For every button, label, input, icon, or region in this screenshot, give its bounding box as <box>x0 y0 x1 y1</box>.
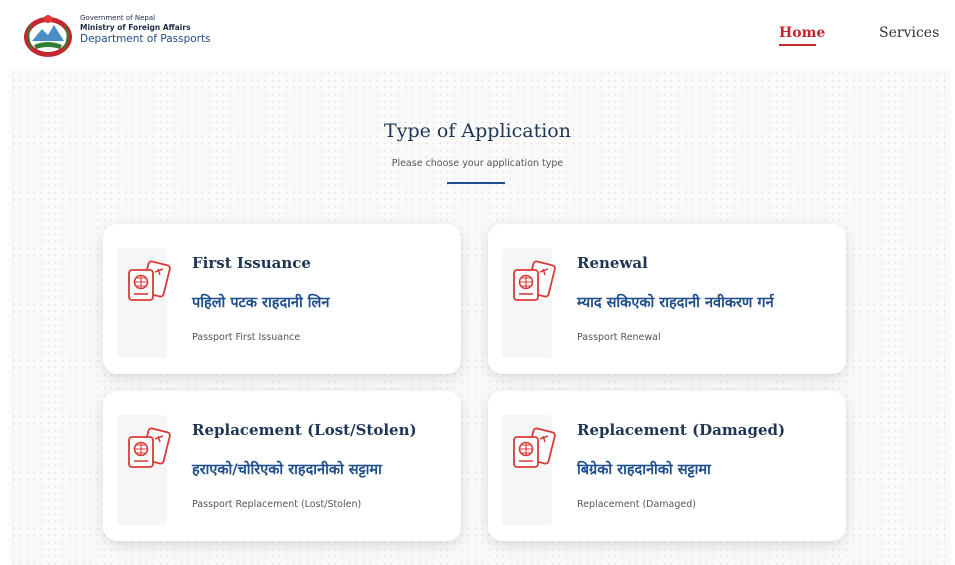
card-nepali-title: पहिलो पटक राहदानी लिन <box>192 295 330 311</box>
card-title: Renewal <box>577 254 648 272</box>
nav-home-link[interactable]: Home <box>779 25 825 41</box>
card-nepali-title: बिग्रेको राहदानीको सट्टामा <box>577 462 711 478</box>
org-line-ministry: Ministry of Foreign Affairs <box>80 23 191 32</box>
card-title: Replacement (Damaged) <box>577 421 786 439</box>
passport-icon <box>128 427 171 468</box>
org-line-government: Government of Nepal <box>80 14 156 22</box>
card-description: Replacement (Damaged) <box>577 499 696 510</box>
card-first-issuance[interactable]: First Issuance पहिलो पटक राहदानी लिन Pas… <box>103 224 461 374</box>
card-renewal[interactable]: Renewal म्याद सकिएको राहदानी नवीकरण गर्न… <box>488 224 846 374</box>
passport-icon <box>513 260 556 301</box>
nav-active-underline <box>779 44 816 46</box>
card-title: First Issuance <box>192 254 311 272</box>
org-line-department: Department of Passports <box>80 33 211 45</box>
card-nepali-title: हराएको/चोरिएको राहदानीको सट्टामा <box>192 462 382 478</box>
card-replacement-damaged[interactable]: Replacement (Damaged) बिग्रेको राहदानीको… <box>488 391 846 541</box>
nav-services-link[interactable]: Services <box>879 25 939 41</box>
card-description: Passport First Issuance <box>192 332 301 343</box>
page-title: Type of Application <box>384 120 571 142</box>
passport-icon <box>128 260 171 301</box>
card-description: Passport Replacement (Lost/Stolen) <box>192 499 362 510</box>
nepal-emblem-logo[interactable] <box>22 11 74 59</box>
passport-icon <box>513 427 556 468</box>
site-header: Government of Nepal Ministry of Foreign … <box>0 0 955 70</box>
org-name: Government of Nepal Ministry of Foreign … <box>80 14 211 46</box>
card-title: Replacement (Lost/Stolen) <box>192 421 417 439</box>
page-subtitle: Please choose your application type <box>391 158 564 169</box>
card-replacement-lost-stolen[interactable]: Replacement (Lost/Stolen) हराएको/चोरिएको… <box>103 391 461 541</box>
card-nepali-title: म्याद सकिएको राहदानी नवीकरण गर्न <box>577 295 774 311</box>
title-underline <box>447 182 505 184</box>
card-description: Passport Renewal <box>577 332 661 343</box>
